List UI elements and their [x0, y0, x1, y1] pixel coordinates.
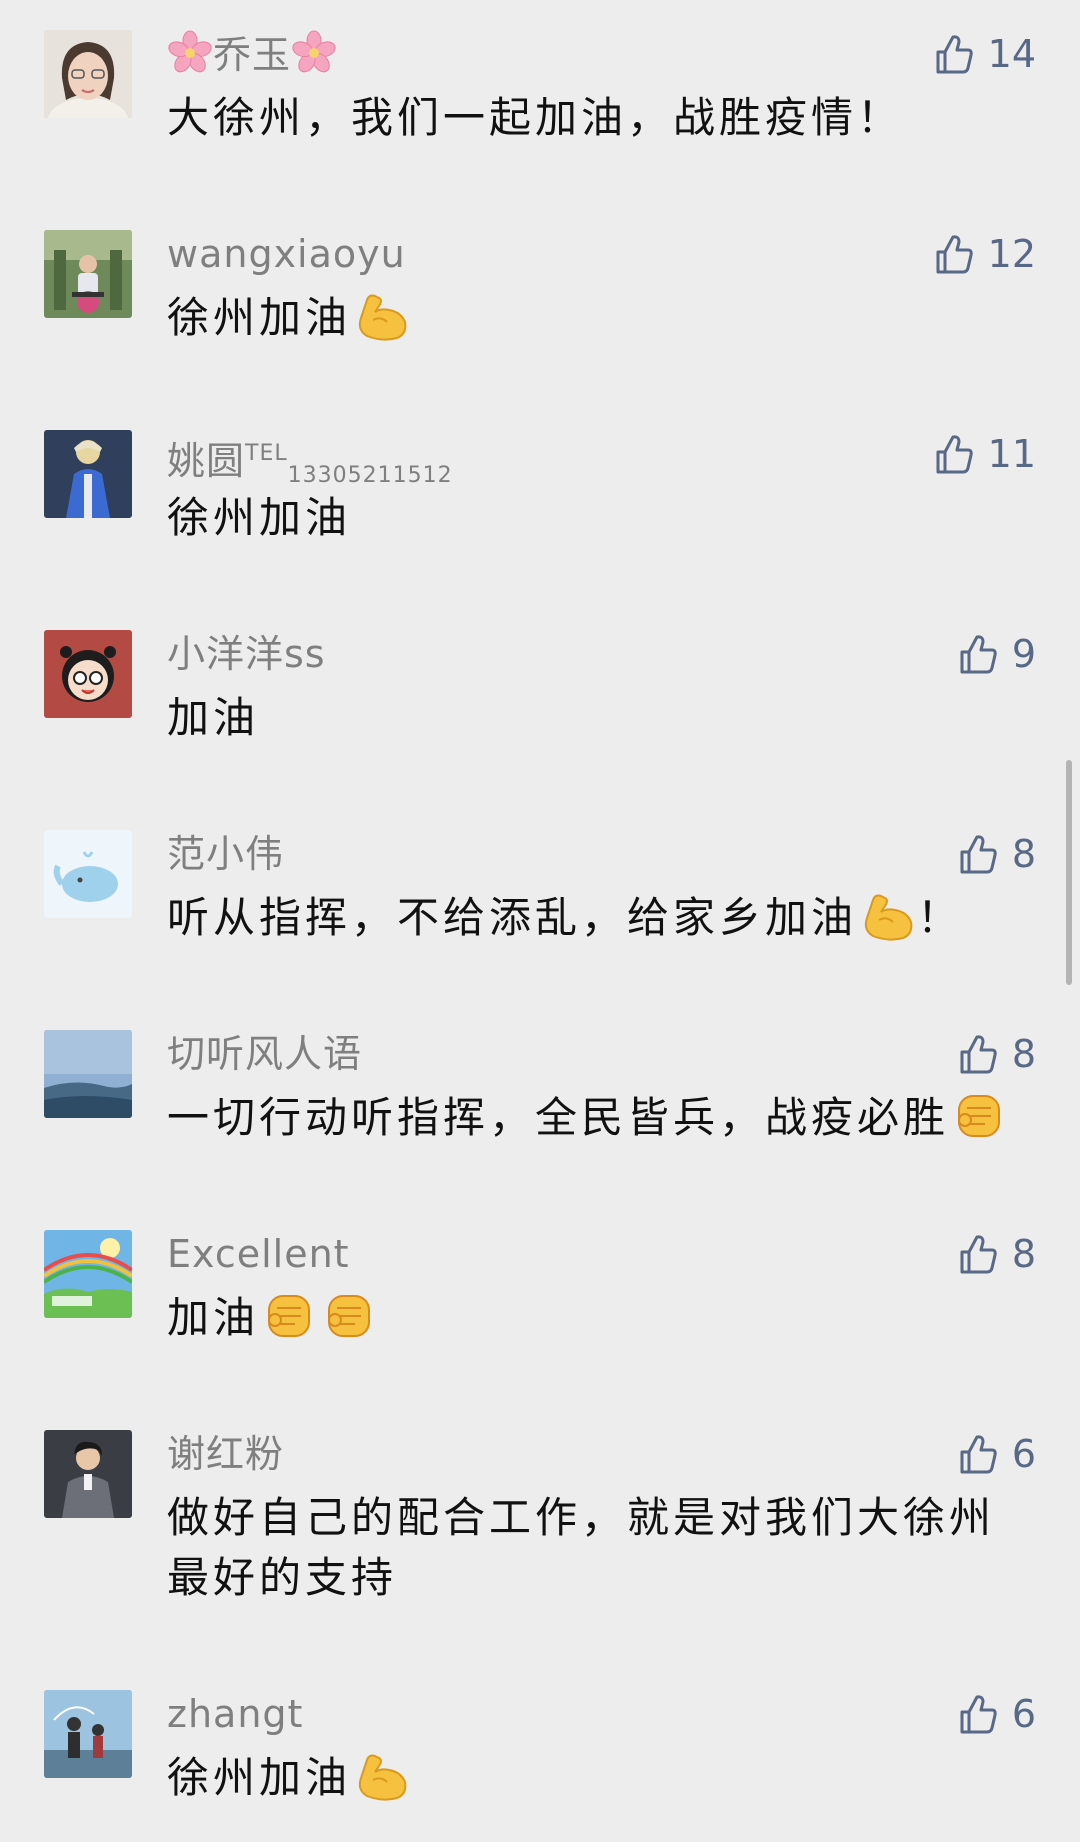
avatar[interactable]	[44, 1230, 132, 1318]
like-button[interactable]: 6	[956, 1686, 1036, 1742]
comment-text: 徐州加油	[167, 288, 411, 348]
comment-text-line: 最好的支持	[167, 1553, 398, 1602]
flexed-biceps-emoji	[859, 890, 915, 942]
comment-username[interactable]: 谢红粉	[167, 1430, 284, 1478]
comment-text: 加油	[167, 688, 259, 748]
comment-text: 徐州加油	[167, 1748, 411, 1808]
thumbs-up-icon	[956, 632, 1000, 676]
avatar[interactable]	[44, 1430, 132, 1518]
comment-text-content: 徐州加油	[167, 1753, 352, 1802]
comment-text: 徐州加油	[167, 488, 351, 548]
thumbs-up-icon	[956, 832, 1000, 876]
comment-text: 大徐州，我们一起加油，战胜疫情！	[167, 88, 903, 148]
like-button[interactable]: 8	[956, 826, 1036, 882]
avatar[interactable]	[44, 30, 132, 118]
username-tel-number: 13305211512	[287, 463, 453, 488]
avatar[interactable]	[44, 1030, 132, 1118]
comment-text-line: 做好自己的配合工作，就是对我们大徐州	[167, 1493, 996, 1542]
like-count: 9	[1011, 632, 1036, 676]
like-count: 8	[1011, 1032, 1036, 1076]
thumbs-up-icon	[932, 232, 976, 276]
comment-text-content: 大徐州，我们一起加油，战胜疫情！	[167, 93, 904, 142]
thumbs-up-icon	[932, 432, 976, 476]
raised-fist-emoji	[321, 1290, 377, 1342]
comment-username[interactable]: 姚圆TEL13305211512	[167, 430, 453, 488]
avatar[interactable]	[44, 630, 132, 718]
flexed-biceps-emoji	[353, 290, 409, 342]
comment-text: 加油	[167, 1288, 379, 1348]
like-count: 12	[987, 232, 1036, 276]
comment-text: 一切行动听指挥，全民皆兵，战疫必胜	[167, 1088, 1009, 1148]
comment-username[interactable]: 范小伟	[167, 830, 284, 878]
comment-text: 听从指挥，不给添乱，给家乡加油 ！	[167, 888, 963, 948]
raised-fist-emoji	[951, 1090, 1007, 1142]
comment-text: 做好自己的配合工作，就是对我们大徐州 最好的支持	[167, 1488, 995, 1608]
comment-username[interactable]: 乔玉	[167, 30, 337, 78]
thumbs-up-icon	[956, 1432, 1000, 1476]
like-count: 6	[1011, 1432, 1036, 1476]
thumbs-up-icon	[932, 32, 976, 76]
avatar[interactable]	[44, 1690, 132, 1778]
comment-text-content: 加油	[167, 1293, 260, 1342]
like-button[interactable]: 8	[956, 1026, 1036, 1082]
avatar[interactable]	[44, 430, 132, 518]
comment-username[interactable]: wangxiaoyu	[167, 230, 406, 278]
comment-username[interactable]: 小洋洋ss	[167, 630, 326, 678]
comment-text-content: 徐州加油	[167, 493, 352, 542]
like-count: 14	[987, 32, 1036, 76]
thumbs-up-icon	[956, 1232, 1000, 1276]
like-count: 11	[987, 432, 1036, 476]
like-button[interactable]: 6	[956, 1426, 1036, 1482]
username-tel-suffix: TEL	[245, 441, 288, 466]
comment-text-content: 听从指挥，不给添乱，给家乡加油	[167, 893, 858, 942]
comment-username[interactable]: 切听风人语	[167, 1030, 362, 1078]
comment-text-content: 加油	[167, 693, 260, 742]
scrollbar[interactable]	[1066, 760, 1072, 985]
thumbs-up-icon	[956, 1692, 1000, 1736]
like-button[interactable]: 14	[932, 26, 1036, 82]
like-count: 8	[1011, 832, 1036, 876]
avatar[interactable]	[44, 830, 132, 918]
comment-text-suffix: ！	[917, 893, 964, 942]
comment-text-content: 徐州加油	[167, 293, 352, 342]
cherry-blossom-icon	[167, 30, 213, 76]
like-button[interactable]: 11	[932, 426, 1036, 482]
cherry-blossom-icon	[291, 30, 337, 76]
comment-username[interactable]: Excellent	[167, 1230, 350, 1278]
username-text: 姚圆	[167, 439, 246, 483]
avatar[interactable]	[44, 230, 132, 318]
thumbs-up-icon	[956, 1032, 1000, 1076]
comment-text-content: 一切行动听指挥，全民皆兵，战疫必胜	[167, 1093, 950, 1142]
username-text: 乔玉	[213, 33, 292, 77]
like-count: 6	[1011, 1692, 1036, 1736]
like-button[interactable]: 8	[956, 1226, 1036, 1282]
like-button[interactable]: 9	[956, 626, 1036, 682]
like-button[interactable]: 12	[932, 226, 1036, 282]
flexed-biceps-emoji	[353, 1750, 409, 1802]
like-count: 8	[1011, 1232, 1036, 1276]
raised-fist-emoji	[261, 1290, 317, 1342]
comment-username[interactable]: zhangt	[167, 1690, 303, 1738]
